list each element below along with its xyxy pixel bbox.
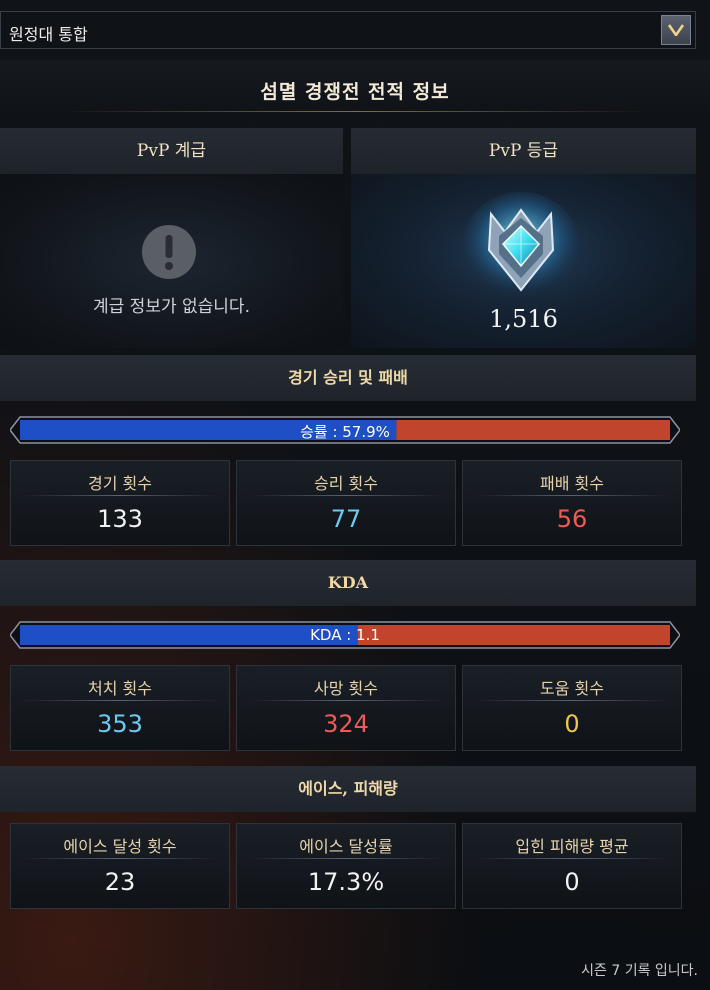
stat-label: 승리 횟수	[314, 474, 378, 493]
win-rate-bar: 승률 : 57.9%	[10, 415, 680, 445]
stat-value-losses: 56	[556, 505, 588, 533]
kda-section-title: KDA	[0, 560, 696, 606]
stat-label: 패배 횟수	[540, 474, 604, 493]
pvp-record-page: 원정대 통합 섬멸 경쟁전 전적 정보 PvP 계급 계급 정보가 없습니다. …	[0, 0, 710, 990]
pvp-grade-title: PvP 등급	[351, 128, 696, 174]
expedition-dropdown[interactable]: 원정대 통합	[0, 11, 696, 49]
divider	[23, 700, 217, 701]
divider	[475, 858, 669, 859]
stat-label: 처치 횟수	[88, 679, 152, 698]
stat-box-deaths: 사망 횟수 324	[236, 665, 456, 751]
stat-label: 사망 횟수	[314, 679, 378, 698]
stat-value-matches: 133	[97, 505, 143, 533]
dropdown-selected-value: 원정대 통합	[9, 25, 88, 44]
divider	[249, 858, 443, 859]
stat-box-kills: 처치 횟수 353	[10, 665, 230, 751]
exclamation-icon	[142, 225, 196, 279]
stat-value-ace-rate: 17.3%	[307, 868, 385, 896]
stat-label: 도움 횟수	[540, 679, 604, 698]
stat-value-kills: 353	[97, 710, 143, 738]
pvp-rank-title: PvP 계급	[0, 128, 343, 174]
stat-box-assists: 도움 횟수 0	[462, 665, 682, 751]
stat-label: 에이스 달성 횟수	[63, 837, 177, 856]
stat-box-matches: 경기 횟수 133	[10, 460, 230, 546]
season-footer-note: 시즌 7 기록 입니다.	[581, 963, 698, 979]
stat-label: 에이스 달성률	[299, 837, 393, 856]
pvp-grade-score: 1,516	[489, 305, 558, 333]
win-loss-section-title: 경기 승리 및 패배	[0, 355, 696, 401]
stat-box-ace-rate: 에이스 달성률 17.3%	[236, 823, 456, 909]
divider	[23, 495, 217, 496]
divider	[249, 700, 443, 701]
ace-section-title: 에이스, 피해량	[0, 766, 696, 812]
stat-box-ace-count: 에이스 달성 횟수 23	[10, 823, 230, 909]
stat-value-deaths: 324	[323, 710, 369, 738]
win-rate-label: 승률 : 57.9%	[300, 423, 390, 441]
stat-value-avg-damage: 0	[564, 868, 580, 896]
stat-box-losses: 패배 횟수 56	[462, 460, 682, 546]
kda-label: KDA : 1.1	[310, 626, 380, 644]
divider	[475, 495, 669, 496]
pvp-grade-body: 1,516	[351, 174, 696, 348]
pvp-rank-body: 계급 정보가 없습니다.	[0, 174, 343, 348]
title-band: 섬멸 경쟁전 전적 정보	[0, 60, 710, 116]
divider	[249, 495, 443, 496]
diamond-rank-emblem-icon	[463, 192, 579, 296]
pvp-rank-panel: PvP 계급 계급 정보가 없습니다.	[0, 128, 343, 348]
divider	[23, 858, 217, 859]
no-rank-message: 계급 정보가 없습니다.	[93, 297, 250, 317]
page-title: 섬멸 경쟁전 전적 정보	[260, 81, 450, 103]
stat-box-avg-damage: 입힌 피해량 평균 0	[462, 823, 682, 909]
chevron-down-icon[interactable]	[661, 15, 691, 45]
stat-value-assists: 0	[564, 710, 580, 738]
kda-bar: KDA : 1.1	[10, 620, 680, 650]
stat-value-wins: 77	[330, 505, 362, 533]
pvp-grade-panel: PvP 등급 1,516	[351, 128, 696, 348]
stat-value-ace-count: 23	[104, 868, 136, 896]
stat-label: 경기 횟수	[88, 474, 152, 493]
divider	[475, 700, 669, 701]
stat-label: 입힌 피해량 평균	[515, 837, 629, 856]
stat-box-wins: 승리 횟수 77	[236, 460, 456, 546]
